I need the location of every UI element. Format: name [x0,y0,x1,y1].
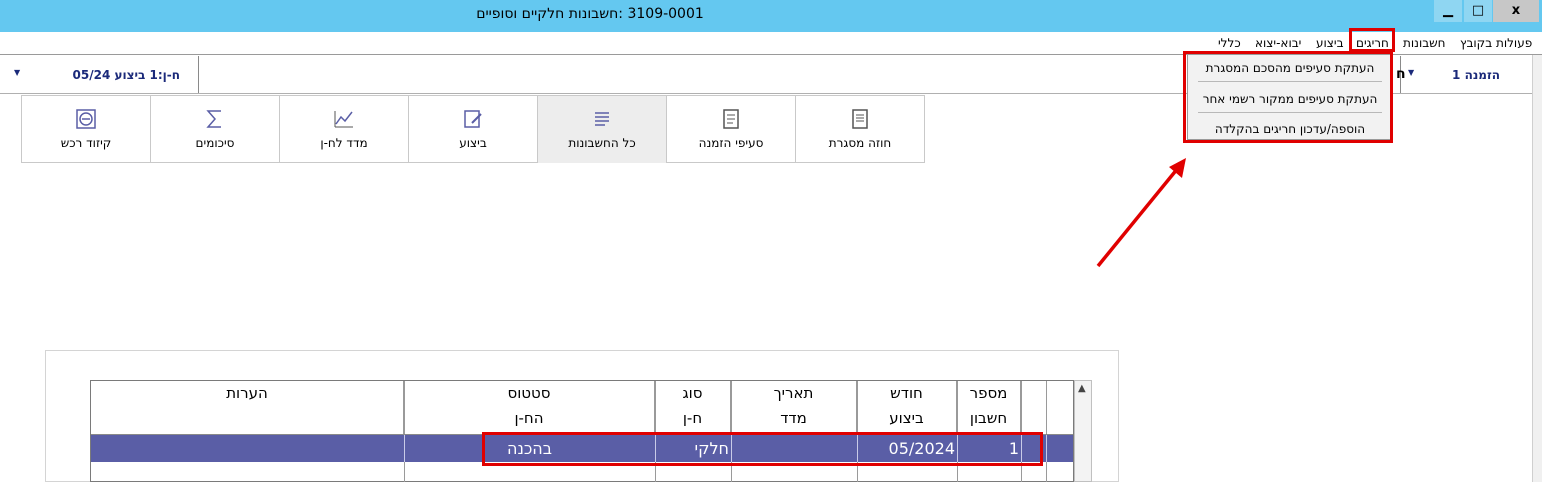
tab-label: מדד לח-ן [320,136,368,150]
minimize-button[interactable]: ▁ [1434,0,1462,22]
column-header-account-number[interactable]: מספר חשבון [957,381,1021,435]
column-header-index-date[interactable]: תאריך מדד [731,381,857,435]
edit-icon [464,110,482,128]
tab-label: סיכומים [195,136,235,150]
clipped-label: ח [1396,66,1406,82]
menu-highlight-box [1349,28,1395,52]
column-header-execution-month[interactable]: חודש ביצוע [857,381,957,435]
menu-execution[interactable]: ביצוע [1316,36,1344,50]
chart-icon [334,111,353,128]
cell-notes[interactable] [91,435,404,462]
tab-index[interactable]: מדד לח-ן [279,95,409,163]
menu-general[interactable]: כללי [1218,36,1241,50]
tab-purchase-offset[interactable]: קיזוד רכש [21,95,151,163]
tab-label: ביצוע [459,136,487,150]
column-header-type[interactable]: סוג ח-ן [655,381,731,435]
tab-label: סעיפי הזמנה [698,136,764,150]
chevron-down-icon[interactable]: ▼ [14,68,20,77]
menu-import-export[interactable]: יבוא-יצוא [1255,36,1301,50]
menu-file-actions[interactable]: פעולות בקובץ [1460,36,1532,50]
tab-summaries[interactable]: סיכומים [150,95,280,163]
tab-label: קיזוד רכש [60,136,112,150]
row-highlight-box [482,432,1043,466]
annotation-arrow [1096,158,1186,268]
tab-all-accounts[interactable]: כל החשבונות [537,95,667,163]
menu-accounts[interactable]: חשבונות [1403,36,1446,50]
tab-framework-contract[interactable]: חוזה מסגרת [795,95,925,163]
column-divider [404,381,405,482]
window-title: 3109-0001 :חשבונות חלקיים וסופיים [476,6,704,22]
list-icon [595,112,609,126]
account-combo-value: ח-ן:1 ביצוע 05/24 [72,68,180,82]
chevron-down-icon[interactable]: ▼ [1408,68,1414,77]
window-scrollbar[interactable] [1532,55,1542,482]
tab-label: חוזה מסגרת [828,136,892,150]
scroll-up-icon[interactable]: ▲ [1078,383,1086,394]
grid-scrollbar[interactable] [1074,380,1092,482]
column-divider [1046,435,1047,462]
minus-circle-icon [76,109,96,129]
order-combo-value: הזמנה 1 [1452,68,1500,82]
column-header-notes[interactable]: הערות [91,381,404,435]
contract-icon [852,109,868,129]
tab-label: כל החשבונות [568,136,636,150]
dropdown-highlight-box [1183,51,1393,143]
column-divider [1046,381,1047,482]
document-icon [723,109,739,129]
tab-execution[interactable]: ביצוע [408,95,538,163]
sigma-icon [206,110,221,128]
maximize-button[interactable]: □ [1464,0,1492,22]
column-header-status[interactable]: סטטוס הח-ן [404,381,655,435]
close-button[interactable]: x [1493,0,1539,22]
tab-order-items[interactable]: סעיפי הזמנה [666,95,796,163]
